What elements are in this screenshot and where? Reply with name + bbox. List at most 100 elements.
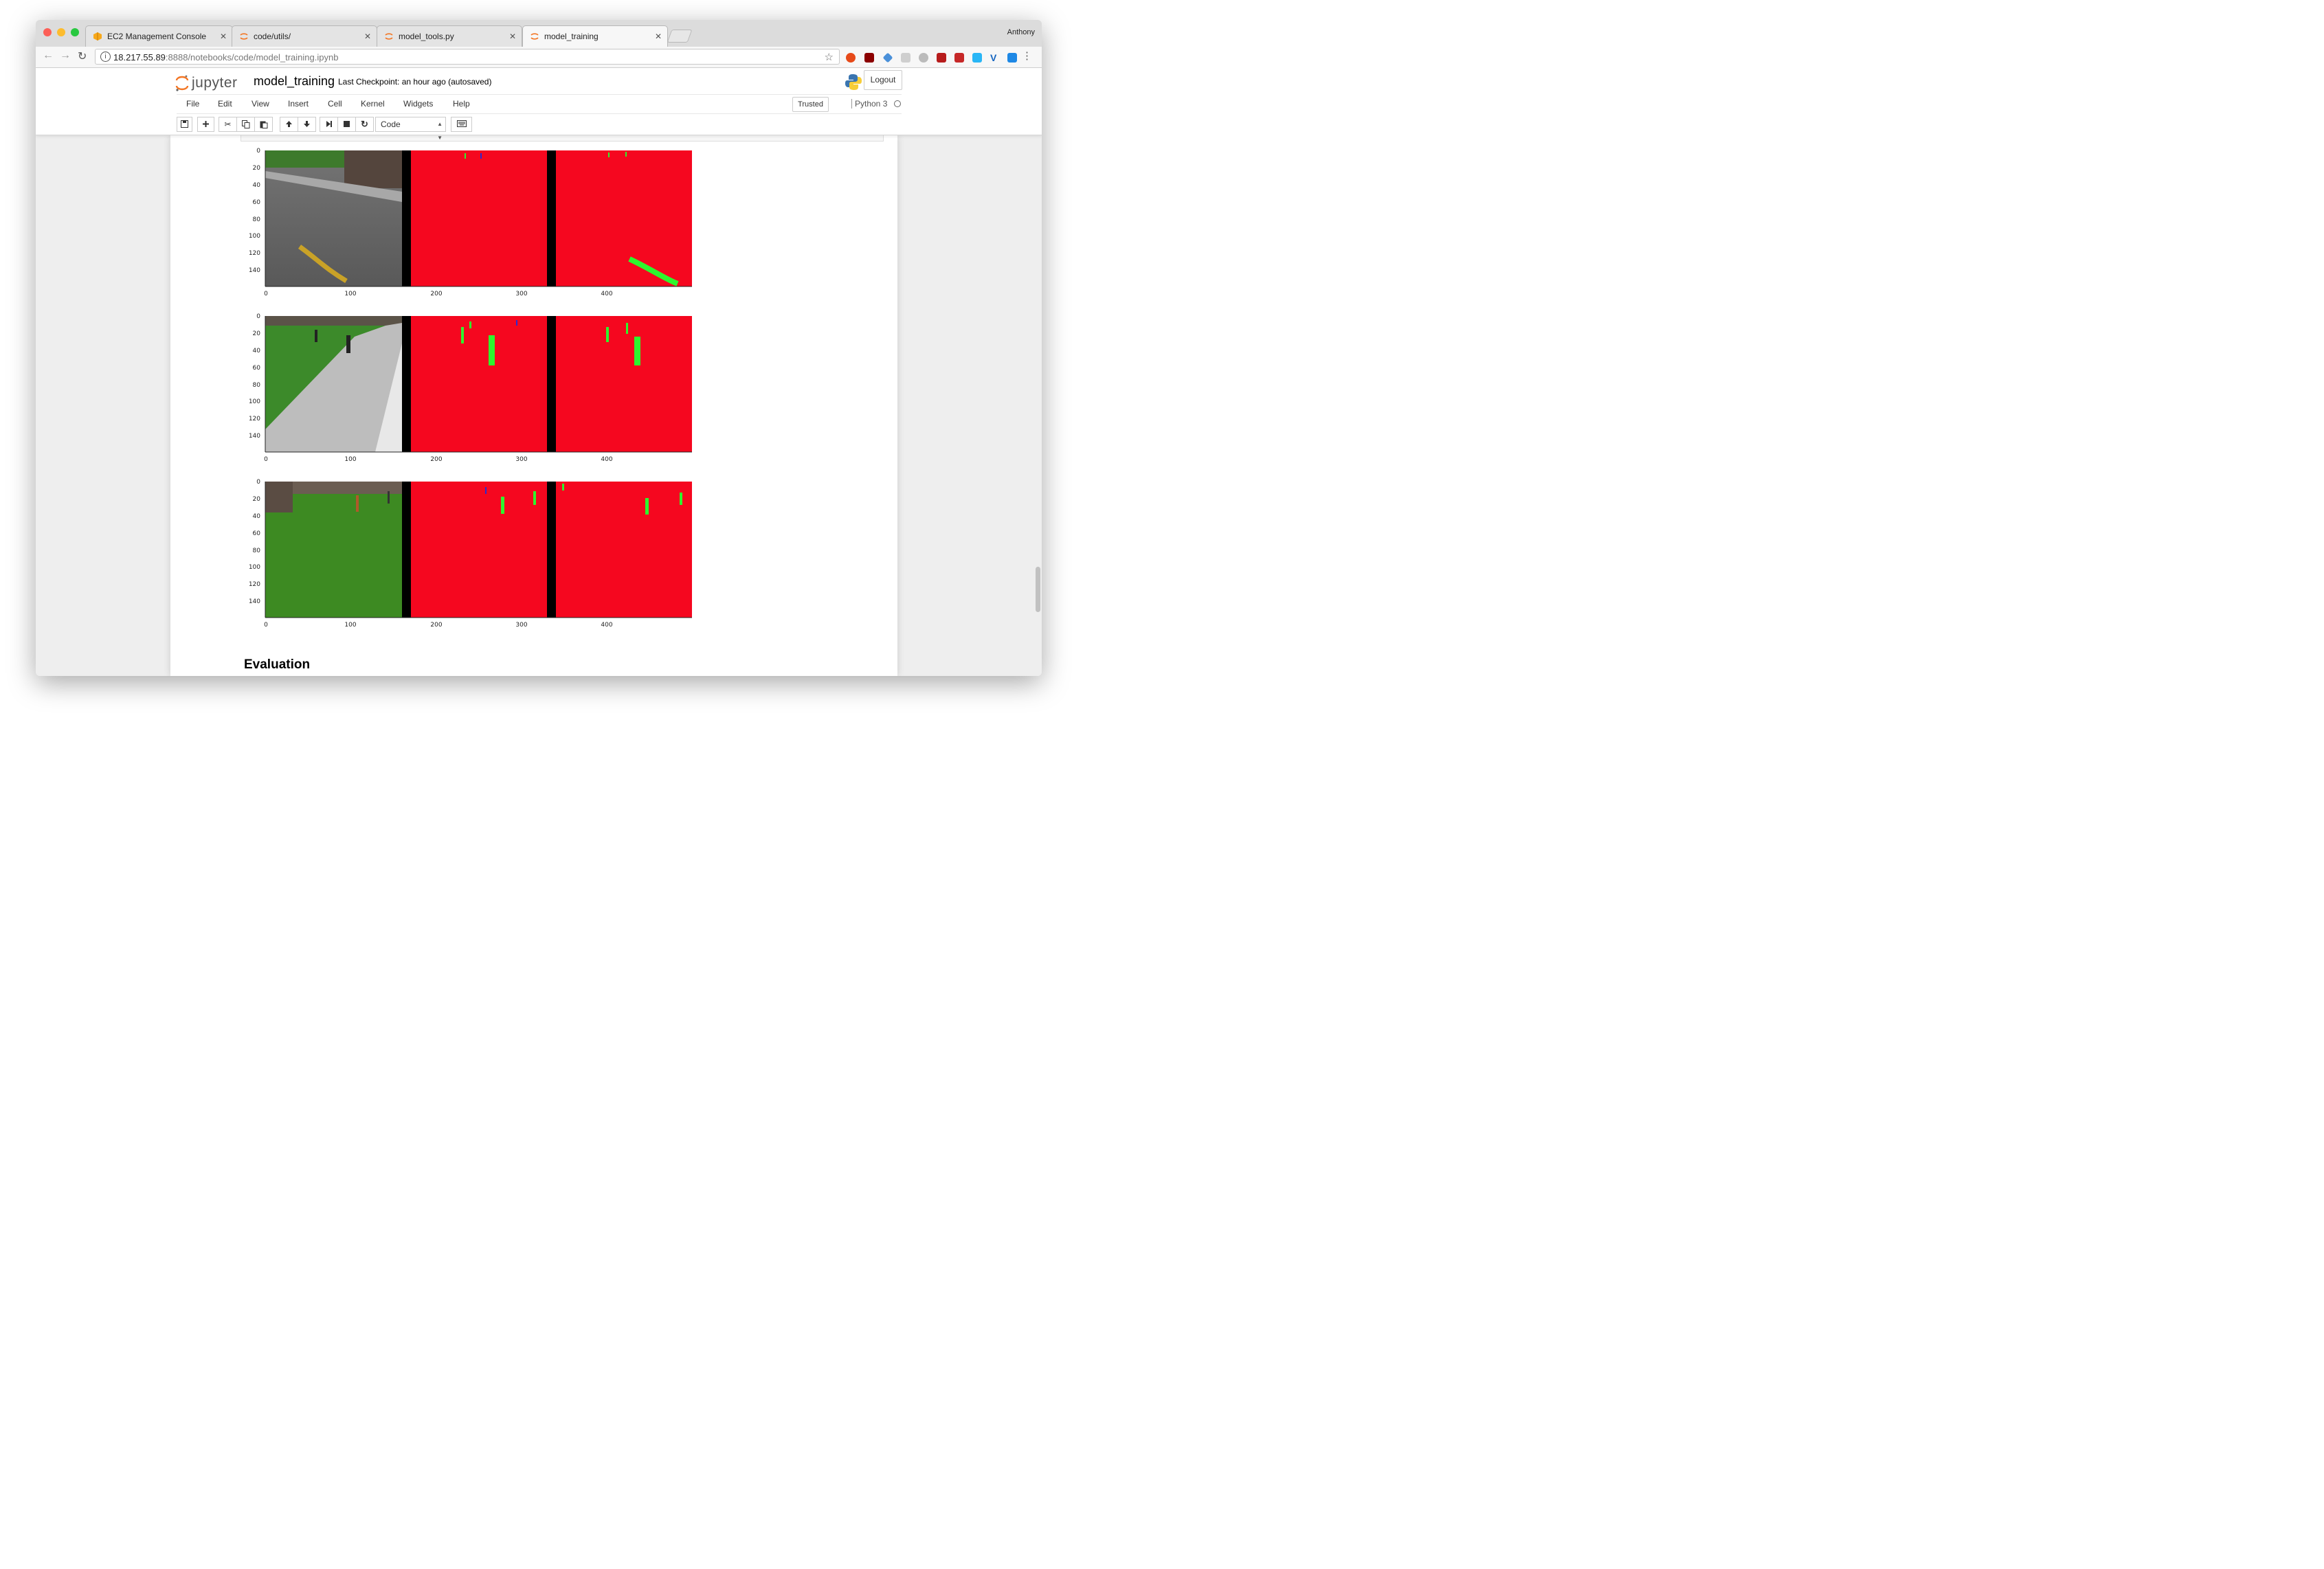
y-tick: 100 <box>249 233 260 240</box>
close-tab-icon[interactable]: ✕ <box>364 32 371 41</box>
profile-name[interactable]: Anthony <box>1007 28 1035 36</box>
jupyter-logo-icon <box>175 75 189 91</box>
close-tab-icon[interactable]: ✕ <box>655 32 662 41</box>
y-tick: 40 <box>253 182 261 189</box>
prediction-mask <box>556 316 692 452</box>
bookmark-star-icon[interactable]: ☆ <box>825 51 834 63</box>
menu-cell[interactable]: Cell <box>328 99 342 109</box>
interrupt-kernel-button[interactable] <box>337 117 356 132</box>
vivaldi-extension-icon[interactable] <box>846 53 856 63</box>
step-forward-icon <box>326 121 332 127</box>
arrow-up-icon <box>286 121 292 127</box>
menu-insert[interactable]: Insert <box>288 99 309 109</box>
jupyter-wordmark: jupyter <box>192 75 238 91</box>
bookmark-extension-icon[interactable] <box>954 53 964 63</box>
maximize-window-button[interactable] <box>71 28 79 36</box>
reload-icon[interactable]: ↻ <box>78 49 87 63</box>
arrow-down-icon <box>304 121 310 127</box>
restart-kernel-button[interactable]: ↻ <box>355 117 374 132</box>
url-text[interactable]: 18.217.55.89:8888/notebooks/code/model_t… <box>113 52 338 63</box>
paste-button[interactable] <box>254 117 273 132</box>
copy-button[interactable] <box>236 117 255 132</box>
cell-type-select[interactable]: Code ▲ ▼ <box>375 117 446 141</box>
plot-row-1: 0 20 40 60 80 100 120 140 0 100 200 300 … <box>249 148 692 297</box>
dropbox-icon[interactable] <box>919 53 928 63</box>
y-tick: 20 <box>253 165 261 172</box>
y-tick: 0 <box>256 479 260 486</box>
privacy-shield-icon[interactable] <box>937 53 946 63</box>
s-extension-icon[interactable] <box>1007 53 1017 63</box>
tab-label: EC2 Management Console <box>107 32 207 41</box>
info-icon[interactable]: i <box>100 52 111 62</box>
back-arrow-icon[interactable]: ← <box>43 49 54 62</box>
ground-truth-mask <box>411 316 547 452</box>
tab-model-training[interactable]: model_training ✕ <box>522 25 668 47</box>
jupyter-header: jupyter model_training Last Checkpoint: … <box>36 68 1042 141</box>
x-tick: 200 <box>430 622 442 629</box>
v-extension-icon[interactable]: V <box>990 53 1000 63</box>
jupyter-logo[interactable]: jupyter <box>175 73 238 93</box>
plot-row-3: 0 20 40 60 80 100 120 140 0 100 200 300 … <box>249 479 692 629</box>
y-tick: 20 <box>253 330 261 337</box>
menu-file[interactable]: File <box>186 99 199 109</box>
tab-code-utils[interactable]: code/utils/ ✕ <box>232 25 377 47</box>
y-axis-ticks: 0 20 40 60 80 100 120 140 <box>249 313 260 440</box>
menu-view[interactable]: View <box>252 99 269 109</box>
y-tick: 60 <box>253 365 261 372</box>
notebook-menubar: File Edit View Insert Cell Kernel Widget… <box>177 94 902 114</box>
page-scrollbar[interactable] <box>1036 567 1040 612</box>
cell-type-value: Code <box>381 120 401 129</box>
diamond-extension-icon[interactable] <box>882 52 893 63</box>
y-tick: 80 <box>253 216 261 223</box>
y-tick: 80 <box>253 382 261 389</box>
close-window-button[interactable] <box>43 28 52 36</box>
insert-cell-button[interactable] <box>197 117 214 132</box>
save-button[interactable] <box>177 117 192 132</box>
trusted-indicator[interactable]: Trusted <box>792 97 829 112</box>
close-tab-icon[interactable]: ✕ <box>509 32 516 41</box>
x-tick: 200 <box>430 291 442 297</box>
address-bar[interactable]: i 18.217.55.89:8888/notebooks/code/model… <box>95 49 840 65</box>
y-tick: 80 <box>253 548 261 554</box>
move-up-button[interactable] <box>280 117 298 132</box>
menu-edit[interactable]: Edit <box>218 99 232 109</box>
close-tab-icon[interactable]: ✕ <box>220 32 227 41</box>
notebook-name[interactable]: model_training <box>254 74 335 89</box>
command-palette-button[interactable] <box>451 117 472 132</box>
ublock-shield-icon[interactable] <box>864 53 874 63</box>
tab-model-tools[interactable]: model_tools.py ✕ <box>377 25 522 47</box>
run-cell-button[interactable] <box>320 117 338 132</box>
separator-bar <box>547 482 556 618</box>
tab-ec2-console[interactable]: EC2 Management Console ✕ <box>85 25 233 47</box>
x-axis-ticks: 0 100 200 300 400 <box>264 456 613 463</box>
tab-label: model_tools.py <box>399 32 454 41</box>
aws-icon <box>93 32 102 41</box>
save-icon <box>181 120 188 128</box>
browser-window: EC2 Management Console ✕ code/utils/ ✕ m… <box>36 20 1042 676</box>
y-tick: 100 <box>249 564 260 571</box>
y-axis-ticks: 0 20 40 60 80 100 120 140 <box>249 479 260 605</box>
x-tick: 400 <box>601 456 612 463</box>
gray-extension-icon[interactable] <box>901 53 910 63</box>
new-tab-button[interactable] <box>667 30 693 43</box>
ground-truth-mask <box>411 150 547 286</box>
tab-strip: EC2 Management Console ✕ code/utils/ ✕ m… <box>36 20 1042 47</box>
x-tick: 0 <box>264 291 268 297</box>
forward-arrow-icon[interactable]: → <box>60 49 71 62</box>
cut-button[interactable]: ✂ <box>219 117 237 132</box>
x-tick: 100 <box>344 622 356 629</box>
y-axis-ticks: 0 20 40 60 80 100 120 140 <box>249 148 260 274</box>
browser-menu-icon[interactable]: ⋮ <box>1022 49 1032 62</box>
move-down-button[interactable] <box>298 117 316 132</box>
menu-kernel[interactable]: Kernel <box>361 99 385 109</box>
minimize-window-button[interactable] <box>57 28 65 36</box>
y-tick: 140 <box>249 598 260 605</box>
x-axis-ticks: 0 100 200 300 400 <box>264 622 613 629</box>
menu-widgets[interactable]: Widgets <box>403 99 433 109</box>
menu-help[interactable]: Help <box>453 99 470 109</box>
prediction-mask <box>556 150 692 286</box>
scissors-icon: ✂ <box>224 120 232 129</box>
logout-button[interactable]: Logout <box>864 70 902 90</box>
jupyter-icon <box>385 33 393 40</box>
window-extension-icon[interactable] <box>972 53 982 63</box>
